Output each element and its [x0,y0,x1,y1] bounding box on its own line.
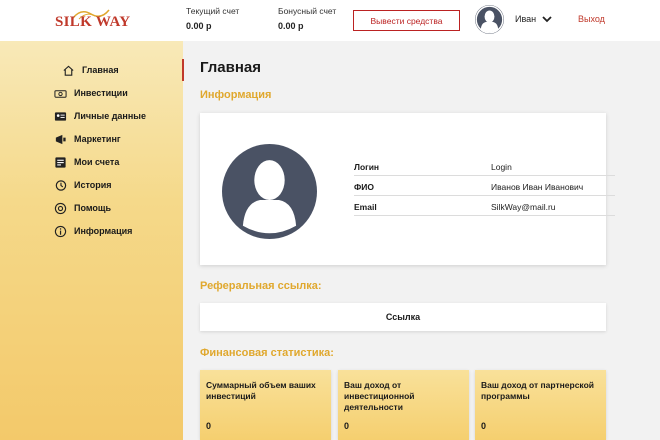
profile-row-login: Логин Login [354,156,615,176]
marketing-icon [55,134,66,144]
stat-label: Ваш доход от инвестиционной деятельности [344,380,415,413]
sidebar-item-help[interactable]: Помощь [54,200,111,216]
sidebar-item-marketing[interactable]: Маркетинг [54,131,121,147]
sidebar: Главная Инвестиции Личные данные Маркети… [0,41,183,440]
profile-card: Логин Login ФИО Иванов Иван Иванович Ema… [200,113,615,265]
profile-value: Login [491,162,512,172]
user-silhouette-icon [475,5,504,34]
sidebar-item-personal-data[interactable]: Личные данные [54,108,146,124]
bonus-balance-value: 0.00 р [278,21,304,31]
sidebar-item-label: Маркетинг [74,134,121,144]
current-balance-value: 0.00 р [186,21,212,31]
current-balance-label: Текущий счет [186,6,240,16]
stat-card-investment-income: Ваш доход от инвестиционной деятельности… [338,370,469,440]
finance-section-title: Финансовая статистика: [200,347,334,359]
sidebar-item-home[interactable]: Главная [62,62,119,78]
chevron-down-icon[interactable] [541,13,553,25]
accounts-icon [55,156,66,168]
profile-key: Логин [354,162,380,172]
sidebar-item-label: Главная [82,65,119,75]
profile-value: SilkWay@mail.ru [491,202,556,212]
sidebar-item-label: Инвестиции [74,88,128,98]
money-icon [54,89,67,98]
sidebar-item-label: История [74,180,112,190]
sidebar-item-history[interactable]: История [54,177,112,193]
logo[interactable]: SILK WAY [55,8,130,34]
stat-value: 0 [344,421,350,431]
sidebar-item-label: Помощь [74,203,112,213]
top-header: SILK WAY Текущий счет 0.00 р Бонусный сч… [0,0,660,41]
sidebar-item-label: Личные данные [74,111,146,121]
home-icon [63,65,74,76]
withdraw-button[interactable]: Вывести средства [353,10,460,31]
stat-value: 0 [481,421,487,431]
user-silhouette-icon [242,160,297,234]
user-avatar[interactable] [475,5,504,34]
stat-card-investments: Суммарный объем ваших инвестиций 0 [200,370,331,440]
current-balance: Текущий счет 0.00 р [186,6,239,31]
sidebar-item-label: Мои счета [74,157,120,167]
stat-label: Суммарный объем ваших инвестиций [206,380,316,402]
info-icon [54,225,67,237]
profile-key: Email [354,202,377,212]
sidebar-item-accounts[interactable]: Мои счета [54,154,119,170]
help-icon [54,202,67,214]
logo-text: SILK WAY [55,14,131,30]
referral-link[interactable]: Ссылка [200,303,606,331]
info-section-title: Информация [200,89,272,101]
history-icon [55,179,67,191]
profile-row-email: Email SilkWay@mail.ru [354,196,615,216]
sidebar-item-investments[interactable]: Инвестиции [54,85,128,101]
referral-section-title: Реферальная ссылка: [200,280,322,292]
stat-card-partner-income: Ваш доход от партнерской программы 0 [475,370,606,440]
profile-row-fullname: ФИО Иванов Иван Иванович [354,176,615,196]
page-title: Главная [200,59,262,76]
bonus-balance-label: Бонусный счет [278,6,337,16]
profile-avatar[interactable] [222,144,317,239]
bonus-balance: Бонусный счет 0.00 р [278,6,336,31]
sidebar-item-information[interactable]: Информация [54,223,132,239]
id-card-icon [54,111,67,121]
profile-value: Иванов Иван Иванович [491,182,584,192]
main-content: Главная Информация Логин Login ФИО Ивано… [184,41,660,440]
profile-key: ФИО [354,182,374,192]
stat-value: 0 [206,421,212,431]
stat-label: Ваш доход от партнерской программы [481,380,594,402]
sidebar-item-label: Информация [74,226,133,236]
user-name[interactable]: Иван [515,14,536,24]
logout-link[interactable]: Выход [578,14,605,24]
